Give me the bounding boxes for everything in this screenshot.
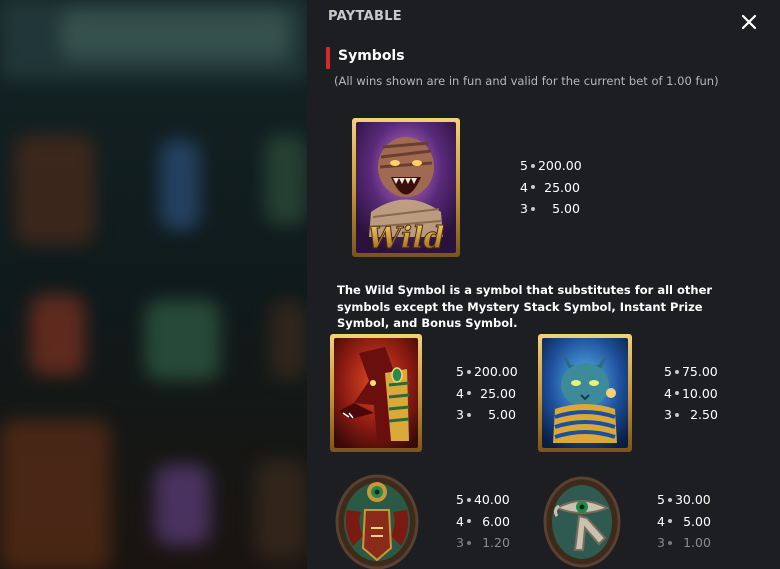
pay-row: 5 200.00 — [456, 361, 518, 383]
pay-count: 5 — [520, 158, 528, 173]
pay-value: 25.00 — [480, 385, 516, 401]
pay-value: 30.00 — [674, 492, 711, 507]
pay-value: 25.00 — [544, 179, 580, 195]
pay-separator-dot — [667, 519, 672, 523]
pay-value: 5.00 — [488, 407, 516, 422]
anubis-paytable: 5 200.00 4 25.00 3 5.00 — [456, 361, 518, 426]
pay-separator-dot — [466, 412, 471, 417]
pay-separator-dot — [466, 391, 471, 395]
pay-count: 4 — [657, 513, 665, 529]
wild-mummy-symbol: Wild — [351, 117, 461, 258]
pay-separator-dot — [466, 540, 471, 545]
pay-row: 3 5.00 — [456, 404, 518, 426]
pay-separator-dot — [530, 185, 535, 189]
pay-separator-dot — [674, 391, 679, 395]
pay-row: 4 25.00 — [520, 177, 582, 199]
pay-count: 3 — [456, 407, 464, 422]
pay-separator-dot — [674, 369, 679, 374]
pay-count: 3 — [664, 407, 672, 422]
pay-value: 6.00 — [482, 513, 510, 529]
bastet-paytable: 5 75.00 4 10.00 3 2.50 — [664, 361, 718, 426]
pay-separator-dot — [667, 497, 672, 502]
pay-row: 5 200.00 — [520, 155, 582, 177]
wild-label: Wild — [368, 221, 445, 256]
pay-row: 3 1.00 — [657, 532, 711, 554]
pay-row: 4 6.00 — [456, 511, 510, 533]
pay-count: 5 — [664, 364, 672, 379]
pay-separator-dot — [667, 540, 672, 545]
pay-value: 5.00 — [552, 201, 580, 216]
pay-row: 3 1.20 — [456, 532, 510, 554]
pay-row: 5 40.00 — [456, 489, 510, 511]
anubis-symbol — [329, 333, 423, 453]
pay-separator-dot — [674, 412, 679, 417]
pay-separator-dot — [530, 163, 535, 168]
pay-separator-dot — [466, 519, 471, 523]
pay-count: 4 — [664, 385, 672, 401]
pay-separator-dot — [466, 369, 471, 374]
pay-value: 2.50 — [690, 407, 718, 422]
pay-count: 5 — [456, 492, 464, 507]
wild-paytable: 5 200.00 4 25.00 3 5.00 — [520, 155, 582, 220]
pay-row: 3 2.50 — [664, 404, 718, 426]
pay-value: 200.00 — [537, 158, 582, 173]
pay-count: 5 — [657, 492, 665, 507]
pay-count: 5 — [456, 364, 464, 379]
pay-count: 4 — [456, 513, 464, 529]
pay-count: 3 — [520, 201, 528, 216]
pay-value: 1.00 — [683, 535, 711, 550]
pay-value: 10.00 — [681, 385, 718, 401]
wild-description: The Wild Symbol is a symbol that substit… — [337, 283, 713, 330]
eye-of-horus-amulet-symbol — [543, 472, 621, 568]
section-title: Symbols — [338, 48, 405, 64]
pay-value: 200.00 — [473, 364, 518, 379]
pay-row: 5 75.00 — [664, 361, 718, 383]
section-accent-bar — [326, 47, 330, 69]
bet-note: (All wins shown are in fun and valid for… — [334, 74, 719, 88]
eye-of-horus-paytable: 5 30.00 4 5.00 3 1.00 — [657, 489, 711, 554]
pay-value: 75.00 — [681, 364, 718, 379]
pay-separator-dot — [530, 206, 535, 211]
paytable-title: PAYTABLE — [328, 9, 402, 24]
pay-row: 5 30.00 — [657, 489, 711, 511]
pay-row: 4 25.00 — [456, 383, 518, 405]
pay-row: 3 5.00 — [520, 198, 582, 220]
pay-count: 4 — [456, 385, 464, 401]
pay-separator-dot — [466, 497, 471, 502]
pay-count: 3 — [456, 535, 464, 550]
paytable-panel: PAYTABLE Symbols (All wins shown are in … — [307, 0, 780, 569]
pay-count: 3 — [657, 535, 665, 550]
game-background-blurred — [0, 0, 307, 569]
scarab-paytable: 5 40.00 4 6.00 3 1.20 — [456, 489, 510, 554]
bastet-cat-symbol — [537, 333, 633, 453]
pay-count: 4 — [520, 179, 528, 195]
pay-row: 4 5.00 — [657, 511, 711, 533]
pay-value: 5.00 — [683, 513, 711, 529]
pay-row: 4 10.00 — [664, 383, 718, 405]
pay-value: 1.20 — [482, 535, 510, 550]
close-icon[interactable] — [739, 12, 759, 32]
pay-value: 40.00 — [473, 492, 510, 507]
scarab-amulet-symbol — [335, 470, 419, 569]
